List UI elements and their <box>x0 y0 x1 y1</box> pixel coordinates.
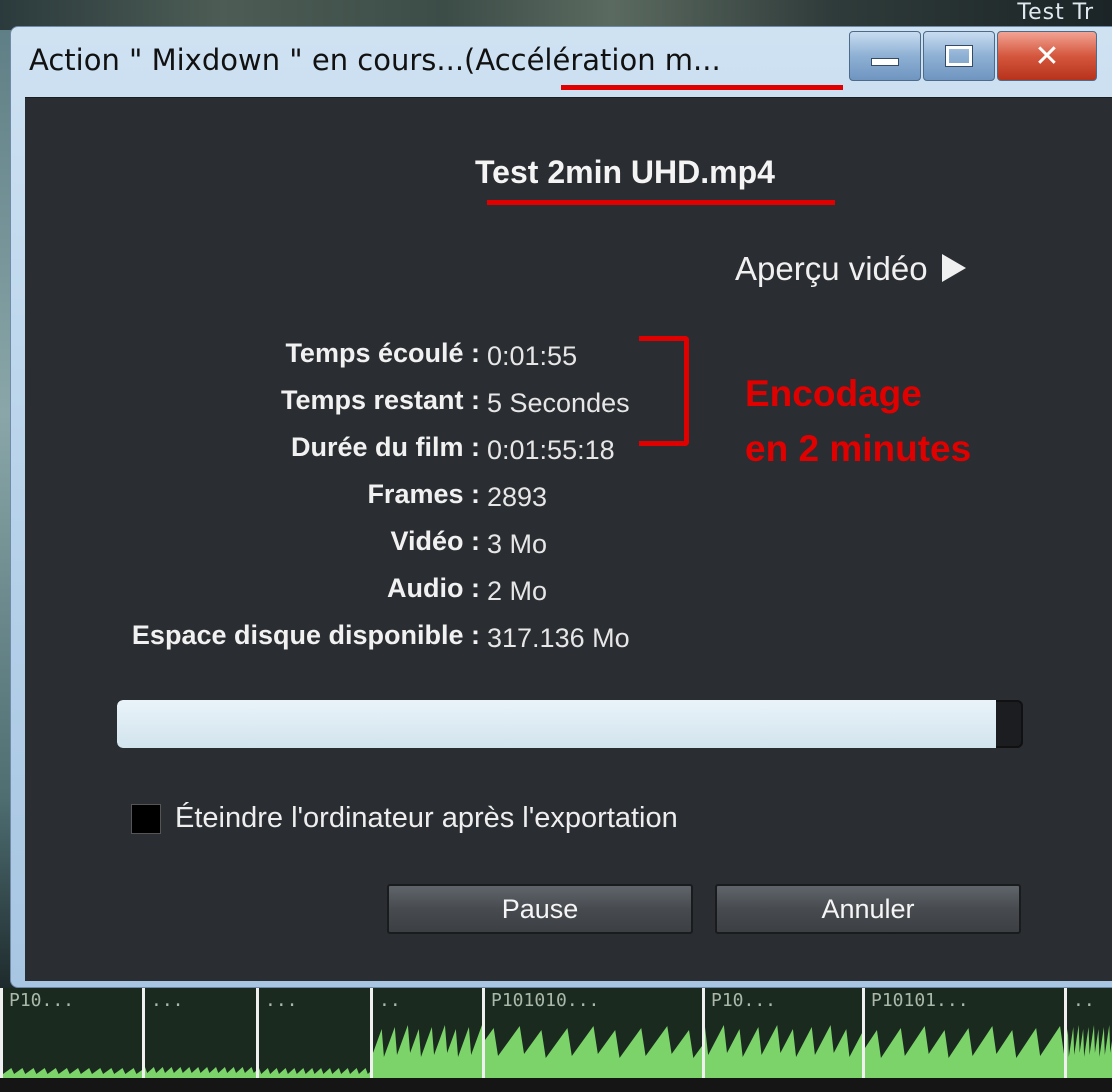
dialog-body: Test 2min UHD.mp4 Aperçu vidéo Temps éco… <box>25 97 1112 981</box>
stat-value: 317.136 Mo <box>487 623 630 653</box>
shutdown-label: Éteindre l'ordinateur après l'exportatio… <box>175 802 678 834</box>
stat-value: 2893 <box>487 482 548 512</box>
clip-label: P10... <box>9 990 75 1011</box>
annotation-line1: Encodage <box>745 373 922 414</box>
shutdown-checkbox[interactable] <box>131 803 161 834</box>
stat-label: Vidéo : <box>390 526 480 556</box>
title-underline-annotation <box>561 85 843 90</box>
clip-label: P10... <box>711 990 777 1011</box>
maximize-icon <box>946 46 972 66</box>
timeline-track: P10........... P101010... P10... P10101....… <box>0 988 1112 1092</box>
shutdown-option[interactable]: Éteindre l'ordinateur après l'exportatio… <box>131 802 678 835</box>
progress-bar <box>117 700 1023 748</box>
clip-label: P101010... <box>491 990 600 1011</box>
stat-label: Temps écoulé : <box>285 338 480 368</box>
stat-value: 0:01:55 <box>487 341 578 371</box>
audio-waveform <box>485 1026 702 1078</box>
mixdown-dialog: Action " Mixdown " en cours...(Accélérat… <box>10 26 1112 988</box>
bracket-annotation <box>639 336 689 446</box>
maximize-button[interactable] <box>923 31 995 81</box>
audio-waveform <box>145 1067 256 1078</box>
timeline-clip[interactable]: P10... <box>702 988 862 1092</box>
minimize-icon <box>871 58 899 66</box>
preview-label: Aperçu vidéo <box>735 250 928 287</box>
cancel-button[interactable]: Annuler <box>715 884 1021 934</box>
progress-fill <box>117 700 996 748</box>
stat-value: 2 Mo <box>487 576 548 606</box>
clip-label: P10101... <box>871 990 969 1011</box>
minimize-button[interactable] <box>849 31 921 81</box>
background-window-title: Test Tr <box>1017 0 1094 25</box>
timeline-footer <box>0 1078 1112 1092</box>
clip-label: ... <box>265 990 298 1011</box>
stat-label: Durée du film : <box>290 432 480 462</box>
timeline-clip[interactable]: .. <box>370 988 482 1092</box>
stat-value: 0:01:55:18 <box>487 435 615 465</box>
output-filename: Test 2min UHD.mp4 <box>475 154 775 190</box>
timeline-clip[interactable]: P10... <box>0 988 142 1092</box>
timeline-clip[interactable]: P10101... <box>862 988 1064 1092</box>
close-button[interactable]: ✕ <box>997 31 1097 81</box>
window-title: Action " Mixdown " en cours...(Accélérat… <box>29 43 721 77</box>
stat-label: Audio : <box>387 573 480 603</box>
audio-waveform <box>1067 1025 1112 1078</box>
timeline-clip[interactable]: ... <box>256 988 370 1092</box>
audio-waveform <box>705 1025 862 1078</box>
audio-waveform <box>865 1026 1064 1078</box>
stat-label: Frames : <box>367 479 480 509</box>
stat-value: 5 Secondes <box>487 388 630 418</box>
audio-waveform <box>3 1068 142 1078</box>
clip-label: .. <box>379 990 401 1011</box>
clip-label: .. <box>1073 990 1095 1011</box>
stat-label: Temps restant : <box>280 385 480 415</box>
timeline-clip[interactable]: .. <box>1064 988 1112 1092</box>
close-icon: ✕ <box>1034 38 1060 74</box>
filename-underline-annotation <box>487 200 835 205</box>
timeline-clip[interactable]: ... <box>142 988 256 1092</box>
play-icon <box>941 254 966 282</box>
annotation-note: Encodage en 2 minutes <box>745 366 971 476</box>
pause-button[interactable]: Pause <box>387 884 693 934</box>
audio-waveform <box>373 1025 482 1078</box>
window-controls: ✕ <box>849 31 1099 81</box>
stat-label: Espace disque disponible : <box>131 620 480 650</box>
annotation-line2: en 2 minutes <box>745 428 972 469</box>
clip-label: ... <box>151 990 184 1011</box>
audio-waveform <box>259 1068 370 1078</box>
preview-toggle[interactable]: Aperçu vidéo <box>735 250 966 288</box>
stat-value: 3 Mo <box>487 529 548 559</box>
timeline-clip[interactable]: P101010... <box>482 988 702 1092</box>
